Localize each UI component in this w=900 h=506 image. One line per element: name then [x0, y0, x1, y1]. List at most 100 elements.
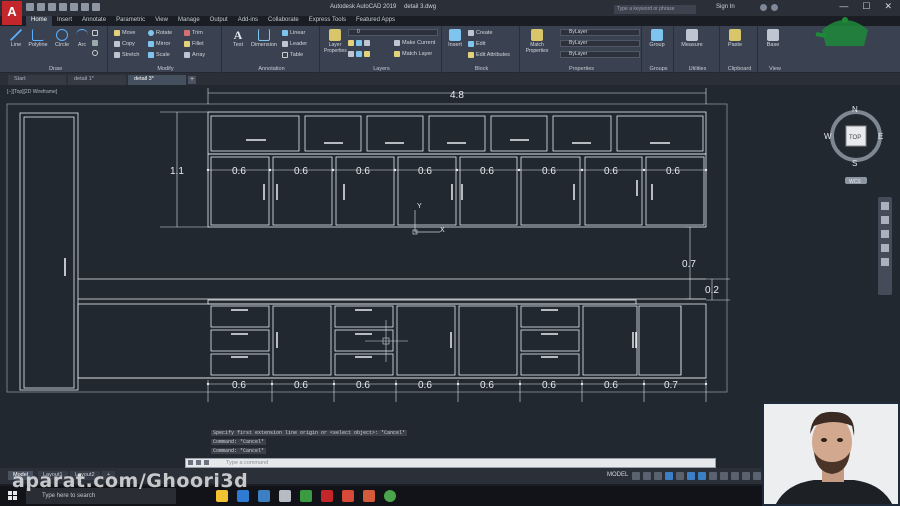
tall-cabinet-door[interactable] [23, 116, 75, 389]
windows-start-icon[interactable] [8, 491, 18, 501]
dim-lower-7[interactable]: 0.6 [604, 380, 618, 391]
autocad-logo-button[interactable]: A [2, 1, 22, 25]
dim-lower-6[interactable]: 0.6 [542, 380, 556, 391]
save-icon[interactable] [48, 3, 56, 11]
tab-annotate[interactable]: Annotate [77, 16, 111, 26]
store-icon[interactable] [258, 490, 270, 502]
tab-express-tools[interactable]: Express Tools [304, 16, 351, 26]
measure-button[interactable]: Measure [678, 29, 706, 48]
layer-lock-icon[interactable] [356, 40, 362, 46]
layer-dropdown[interactable]: 0 [348, 29, 438, 36]
upper-top-door[interactable] [304, 115, 362, 152]
edit-block-button[interactable]: Edit [468, 41, 485, 47]
upper-top-door[interactable] [366, 115, 424, 152]
tab-output[interactable]: Output [205, 16, 233, 26]
dim-lower-5[interactable]: 0.6 [480, 380, 494, 391]
rotate-button[interactable]: Rotate [148, 30, 172, 36]
help-icon[interactable] [771, 4, 778, 11]
upper-top-door[interactable] [616, 115, 704, 152]
redo-icon[interactable] [92, 3, 100, 11]
snap-icon[interactable] [643, 472, 651, 480]
tab-view[interactable]: View [150, 16, 173, 26]
mail-icon[interactable] [279, 490, 291, 502]
upper-top-door[interactable] [210, 115, 300, 152]
new-icon[interactable] [26, 3, 34, 11]
dim-upper-1[interactable]: 0.6 [232, 166, 246, 177]
dim-upper-2[interactable]: 0.6 [294, 166, 308, 177]
base-view-button[interactable]: Base [764, 29, 782, 48]
autocad-taskbar-icon[interactable] [321, 490, 333, 502]
viewcube-south[interactable]: S [852, 159, 857, 168]
create-block-button[interactable]: Create [468, 30, 493, 36]
upper-cabinet-row[interactable] [207, 153, 707, 228]
tab-collaborate[interactable]: Collaborate [263, 16, 304, 26]
camtasia-icon[interactable] [300, 490, 312, 502]
model-space-toggle[interactable]: MODEL [607, 472, 628, 478]
save-as-icon[interactable] [59, 3, 67, 11]
hatch-tool[interactable] [92, 40, 98, 46]
dim-upper-4[interactable]: 0.6 [418, 166, 432, 177]
table-button[interactable]: Table [282, 52, 303, 58]
linetype-dropdown[interactable]: ByLayer [560, 40, 640, 47]
minimize-button[interactable]: — [839, 1, 848, 12]
copy-button[interactable]: Copy [114, 41, 135, 47]
ortho-icon[interactable] [654, 472, 662, 480]
tab-insert[interactable]: Insert [52, 16, 77, 26]
tab-parametric[interactable]: Parametric [111, 16, 150, 26]
dim-upper-7[interactable]: 0.6 [604, 166, 618, 177]
scale-button[interactable]: Scale [148, 52, 170, 58]
lineweight-dropdown[interactable]: ByLayer [560, 51, 640, 58]
recent-commands-icon[interactable] [204, 460, 209, 465]
object-snap-icon[interactable] [698, 472, 706, 480]
trim-button[interactable]: Trim [184, 30, 203, 36]
autodesk-app-icon[interactable] [760, 4, 767, 11]
workspace-gear-icon[interactable] [753, 472, 761, 480]
edit-attributes-button[interactable]: Edit Attributes [468, 52, 510, 58]
viewcube-north[interactable]: N [852, 105, 858, 114]
layer-walk-icon[interactable] [364, 51, 370, 57]
layer-isolate-icon[interactable] [348, 51, 354, 57]
close-command-line-icon[interactable] [188, 460, 193, 465]
layer-unisolate-icon[interactable] [356, 51, 362, 57]
viewcube-top[interactable]: TOP [849, 135, 861, 141]
dim-upper-6[interactable]: 0.6 [542, 166, 556, 177]
linear-button[interactable]: Linear [282, 30, 305, 36]
group-button[interactable]: Group [646, 29, 668, 48]
zoom-extents-icon[interactable] [881, 230, 889, 238]
polar-icon[interactable] [665, 472, 673, 480]
array-button[interactable]: Array [184, 52, 205, 58]
layer-freeze-icon[interactable] [348, 40, 354, 46]
make-current-button[interactable]: Make Current [394, 40, 435, 46]
dim-lower-4[interactable]: 0.6 [418, 380, 432, 391]
print-icon[interactable] [70, 3, 78, 11]
viewcube[interactable]: TOP N S E W WCS [824, 105, 883, 185]
dim-gap[interactable]: 0.7 [682, 259, 696, 270]
orbit-icon[interactable] [881, 244, 889, 252]
selection-cycling-icon[interactable] [731, 472, 739, 480]
circle-button[interactable]: Circle [52, 29, 72, 48]
tab-manage[interactable]: Manage [173, 16, 205, 26]
file-tab-detail-1[interactable]: detail 1* [68, 75, 126, 85]
command-line-input[interactable]: Type a command [185, 458, 716, 468]
line-button[interactable]: Line [7, 29, 25, 48]
file-tab-start[interactable]: Start [8, 75, 66, 85]
upper-top-door[interactable] [490, 115, 548, 152]
tab-featured-apps[interactable]: Featured Apps [351, 16, 400, 26]
customize-icon[interactable] [196, 460, 201, 465]
dim-height[interactable]: 1.1 [170, 166, 184, 177]
stretch-button[interactable]: Stretch [114, 52, 139, 58]
wcs-menu[interactable]: WCS [849, 179, 861, 185]
color-dropdown[interactable]: ByLayer [560, 29, 640, 36]
recorder-icon[interactable] [363, 490, 375, 502]
viewcube-east[interactable]: E [878, 132, 883, 141]
polyline-button[interactable]: Polyline [26, 29, 50, 48]
paste-button[interactable]: Paste [726, 29, 744, 48]
media-app-icon[interactable] [342, 490, 354, 502]
new-tab-button[interactable]: + [188, 76, 196, 84]
viewcube-west[interactable]: W [824, 132, 832, 141]
annotation-scale-icon[interactable] [742, 472, 750, 480]
maximize-button[interactable]: ☐ [862, 1, 870, 12]
tall-cabinet[interactable] [19, 112, 79, 391]
tab-add-ins[interactable]: Add-ins [233, 16, 263, 26]
dimension-button[interactable]: Dimension [248, 29, 280, 48]
